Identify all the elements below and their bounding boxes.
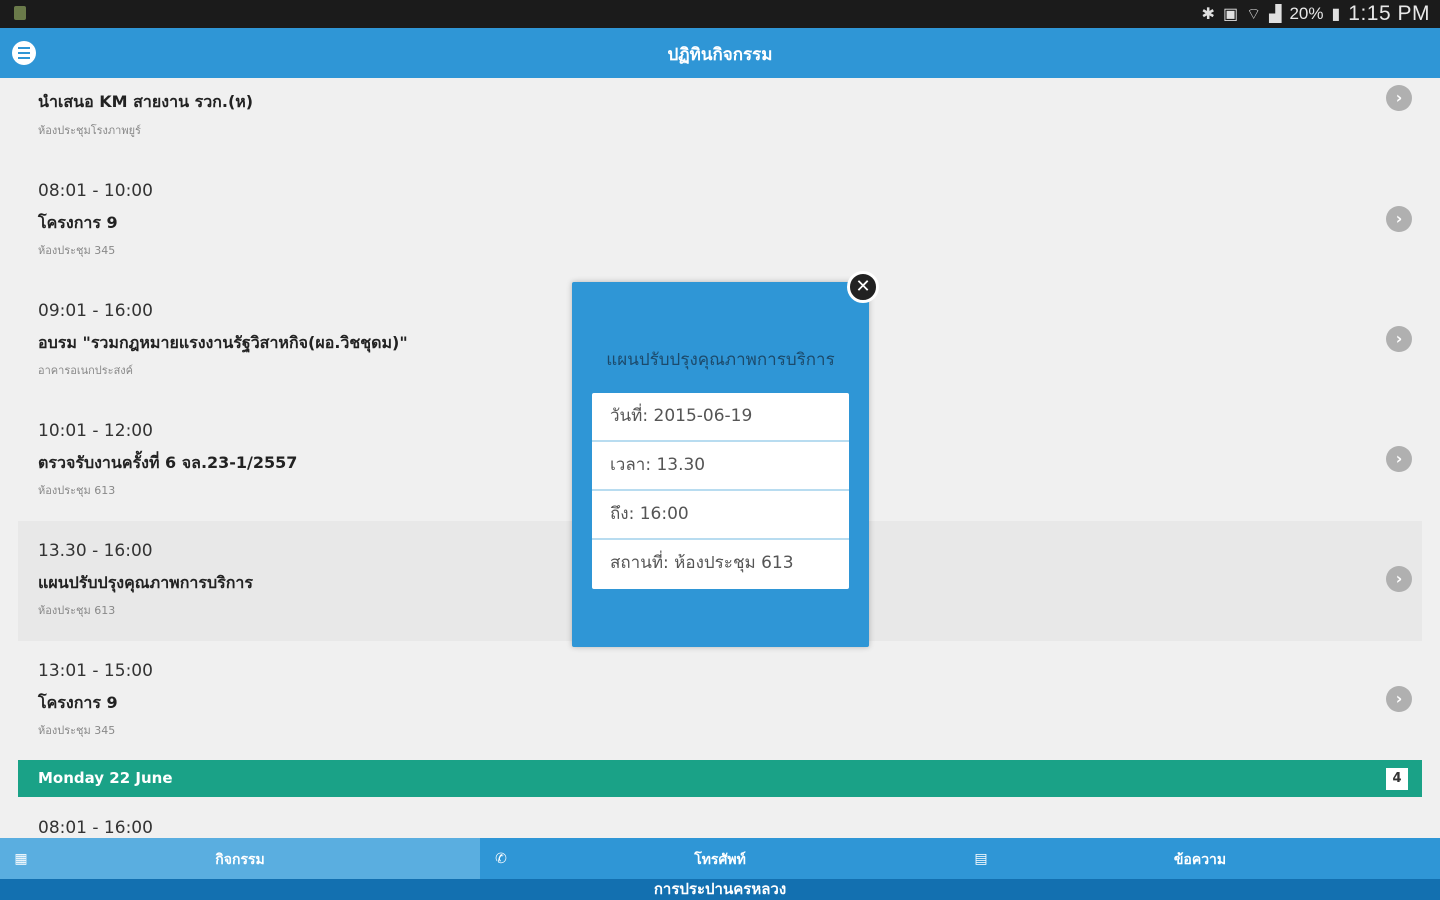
event-place: ห้องประชุม 345 [38, 724, 116, 737]
event-place: ห้องประชุม 613 [38, 484, 116, 497]
battery-icon: ▮ [1331, 6, 1341, 23]
tab-activities[interactable]: ▦ กิจกรรม [0, 838, 480, 879]
status-icons: ✱ ▣ ⌔ ▟ 20% ▮ 1:15 PM [1202, 2, 1430, 26]
detail-end-time: ถึง: 16:00 [592, 491, 849, 540]
event-time[interactable]: 08:01 - 16:00 [38, 818, 153, 838]
event-name: ตรวจรับงานครั้งที่ 6 จล.23-1/2557 [38, 453, 298, 472]
signal-icon: ▟ [1269, 6, 1282, 23]
detail-location: สถานที่: ห้องประชุม 613 [610, 553, 794, 573]
tab-label: โทรศัพท์ [694, 852, 746, 868]
chevron-right-icon[interactable]: › [1386, 446, 1412, 472]
notification-icon [14, 6, 26, 20]
battery-level: 20% [1289, 4, 1324, 23]
chevron-right-icon[interactable]: › [1386, 326, 1412, 352]
detail-date: วันที่: 2015-06-19 [592, 393, 849, 442]
tab-messages[interactable]: ▤ ข้อความ [960, 838, 1440, 879]
day-header-label: Monday 22 June [38, 769, 173, 787]
footer-org-name: การประปานครหลวง [0, 879, 1440, 900]
event-name: แผนปรับปรุงคุณภาพการบริการ [38, 573, 253, 592]
event-details: วันที่: 2015-06-19 เวลา: 13.30 ถึง: 16:0… [592, 393, 849, 589]
event-name: นำเสนอ KM สายงาน รวก.(ห) [38, 92, 254, 111]
nfc-icon: ▣ [1222, 6, 1239, 23]
list-item[interactable]: นำเสนอ KM สายงาน รวก.(ห) ห้องประชุมโรงภา… [18, 78, 1422, 161]
event-time: 13.30 - 16:00 [38, 541, 153, 561]
day-header: Monday 22 June 4 [18, 760, 1422, 797]
day-event-count: 4 [1386, 768, 1408, 790]
chevron-right-icon[interactable]: › [1386, 85, 1412, 111]
tab-label: กิจกรรม [215, 852, 265, 868]
event-name: โครงการ 9 [38, 693, 118, 712]
detail-start-time: เวลา: 13.30 [592, 442, 849, 491]
status-bar: ✱ ▣ ⌔ ▟ 20% ▮ 1:15 PM [0, 0, 1440, 28]
event-name: อบรม "รวมกฎหมายแรงงานรัฐวิสาหกิจ(ผอ.วิชช… [38, 333, 408, 352]
bluetooth-icon: ✱ [1201, 6, 1215, 23]
tab-label: ข้อความ [1173, 852, 1227, 868]
event-place: อาคารอเนกประสงค์ [38, 364, 134, 377]
event-name: โครงการ 9 [38, 213, 118, 232]
app-bar: ปฏิทินกิจกรรม [0, 28, 1440, 78]
close-icon[interactable]: ✕ [847, 271, 879, 303]
event-time: 10:01 - 12:00 [38, 421, 153, 441]
wifi-icon: ⌔ [1246, 6, 1262, 23]
event-time: 08:01 - 10:00 [38, 181, 153, 201]
list-item[interactable]: 13:01 - 15:00 โครงการ 9 ห้องประชุม 345 › [18, 641, 1422, 761]
event-time: 09:01 - 16:00 [38, 301, 153, 321]
chevron-right-icon[interactable]: › [1386, 206, 1412, 232]
event-time: 13:01 - 15:00 [38, 661, 153, 681]
event-place: ห้องประชุม 613 [38, 604, 116, 617]
event-place: ห้องประชุมโรงภาพยูร์ [38, 124, 141, 137]
bottom-nav: ▦ กิจกรรม ✆ โทรศัพท์ ▤ ข้อความ [0, 838, 1440, 879]
dialog-title: แผนปรับปรุงคุณภาพการบริการ [606, 350, 835, 370]
chevron-right-icon[interactable]: › [1386, 566, 1412, 592]
tab-phone[interactable]: ✆ โทรศัพท์ [480, 838, 960, 879]
event-detail-dialog: ✕ แผนปรับปรุงคุณภาพการบริการ วันที่: 201… [572, 271, 879, 647]
event-place: ห้องประชุม 345 [38, 244, 116, 257]
status-time: 1:15 PM [1348, 2, 1430, 25]
list-item[interactable]: 08:01 - 10:00 โครงการ 9 ห้องประชุม 345 › [18, 161, 1422, 281]
page-title: ปฏิทินกิจกรรม [667, 45, 773, 65]
chevron-right-icon[interactable]: › [1386, 686, 1412, 712]
